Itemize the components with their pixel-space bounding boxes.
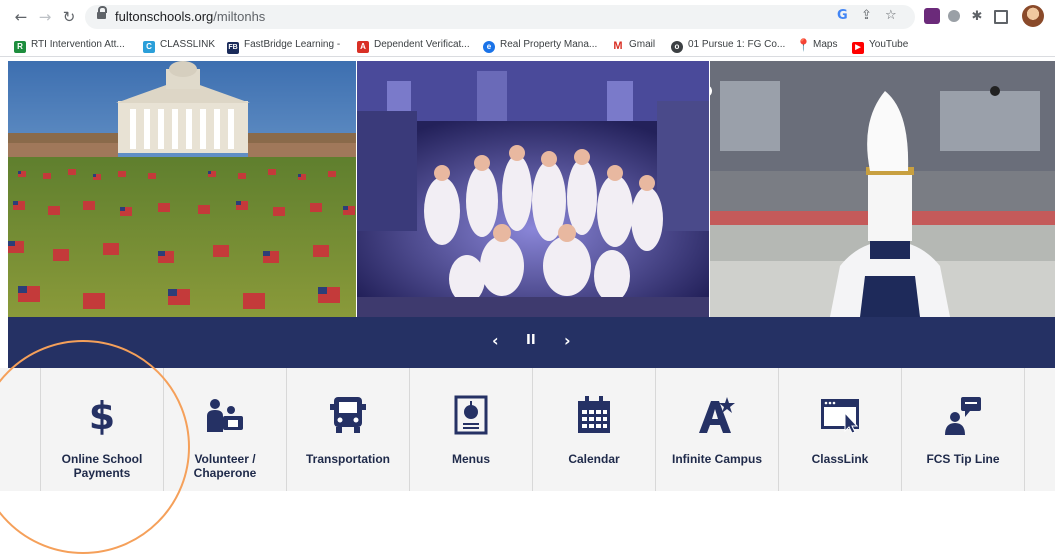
volunteer-icon (164, 394, 286, 436)
tile-infinite-campus[interactable]: Infinite Campus (656, 368, 779, 491)
bus-icon (287, 394, 409, 436)
classlink-icon: C (143, 41, 155, 53)
tile-label: FCS Tip Line (926, 452, 1000, 466)
bookmark-dependent-verification[interactable]: A Dependent Verificat... (357, 37, 470, 53)
real-property-icon: e (483, 41, 495, 53)
rti-icon: R (14, 41, 26, 53)
bookmark-youtube[interactable]: ▶ YouTube (852, 37, 908, 54)
bookmark-pursue[interactable]: o 01 Pursue 1: FG Co... (671, 37, 785, 53)
share-icon[interactable]: ⇪ (861, 8, 872, 23)
bookmark-rti[interactable]: R RTI Intervention Att... (14, 37, 125, 53)
bookmark-gmail[interactable]: M Gmail (612, 37, 655, 53)
bookmarks-bar: R RTI Intervention Att... C CLASSLINK FB Fa… (0, 34, 1055, 57)
carousel-prev-button[interactable]: ‹ (492, 331, 499, 350)
tile-fcs-tip-line[interactable]: FCS Tip Line (902, 368, 1025, 491)
gmail-icon: M (613, 40, 623, 52)
tile-label: Menus (451, 452, 490, 466)
tile-classlink[interactable]: ClassLink (779, 368, 902, 491)
hero-image-band (710, 61, 1055, 317)
tile-transportation[interactable]: Transportation (287, 368, 410, 491)
tile-label: Online School Payments (61, 452, 143, 480)
tile-label: Infinite Campus (671, 452, 762, 466)
svg-text:$: $ (89, 395, 115, 435)
extension-icon[interactable] (924, 8, 940, 24)
profile-avatar[interactable] (1022, 5, 1044, 27)
extension-circle-icon[interactable] (948, 10, 960, 22)
star-icon[interactable]: ☆ (885, 8, 897, 23)
reload-icon[interactable]: ↻ (58, 6, 80, 28)
bookmark-classlink[interactable]: C CLASSLINK (143, 37, 215, 53)
infinite-campus-icon (656, 394, 778, 436)
dependent-verification-icon: A (357, 41, 369, 53)
carousel-pause-button[interactable]: II (526, 333, 536, 348)
maps-pin-icon: 📍 (796, 38, 811, 52)
tile-label: ClassLink (811, 452, 869, 466)
tile-calendar[interactable]: Calendar (533, 368, 656, 491)
lock-icon[interactable] (97, 6, 107, 19)
carousel-next-button[interactable]: › (564, 331, 571, 350)
calendar-icon (533, 394, 655, 436)
fastbridge-icon: FB (227, 42, 239, 54)
carousel-controls: ‹ II › (8, 317, 1055, 368)
forward-icon[interactable]: → (34, 6, 56, 28)
hero-image-flags (8, 61, 356, 317)
tile-menus[interactable]: Menus (410, 368, 533, 491)
side-panel-icon[interactable] (994, 10, 1008, 24)
bookmark-fastbridge[interactable]: FB FastBridge Learning - (227, 37, 340, 54)
google-lens-icon[interactable]: G (837, 8, 848, 23)
back-icon[interactable]: ← (10, 6, 32, 28)
puzzle-icon[interactable]: ✱ (966, 6, 988, 28)
tile-online-school-payments[interactable]: $ Online School Payments (41, 368, 164, 491)
address-bar[interactable]: fultonschools.org/miltonhs G ⇪ ☆ (85, 5, 915, 29)
browser-toolbar: ← → ↻ fultonschools.org/miltonhs G ⇪ ☆ ✱ (0, 0, 1055, 34)
tile-volunteer-chaperone[interactable]: Volunteer / Chaperone (164, 368, 287, 491)
bookmark-real-property[interactable]: e Real Property Mana... (483, 37, 597, 53)
menu-apple-icon (410, 394, 532, 436)
tiles-left-margin (0, 368, 41, 491)
tile-label: Calendar (568, 452, 620, 466)
youtube-icon: ▶ (852, 42, 864, 54)
tile-label: Volunteer / Chaperone (193, 452, 257, 480)
bookmark-maps[interactable]: 📍 Maps (796, 37, 837, 53)
tile-partial (1025, 368, 1055, 491)
classlink-window-icon (779, 394, 901, 436)
tile-label: Transportation (305, 452, 390, 466)
hero-carousel (8, 61, 1055, 317)
dollar-icon: $ (41, 394, 163, 436)
url-text: fultonschools.org/miltonhs (115, 9, 266, 24)
hero-image-stage (357, 61, 709, 317)
globe-icon: o (671, 41, 683, 53)
quick-links: $ Online School Payments Volunteer / Cha… (0, 368, 1055, 491)
tip-line-icon (902, 394, 1024, 436)
